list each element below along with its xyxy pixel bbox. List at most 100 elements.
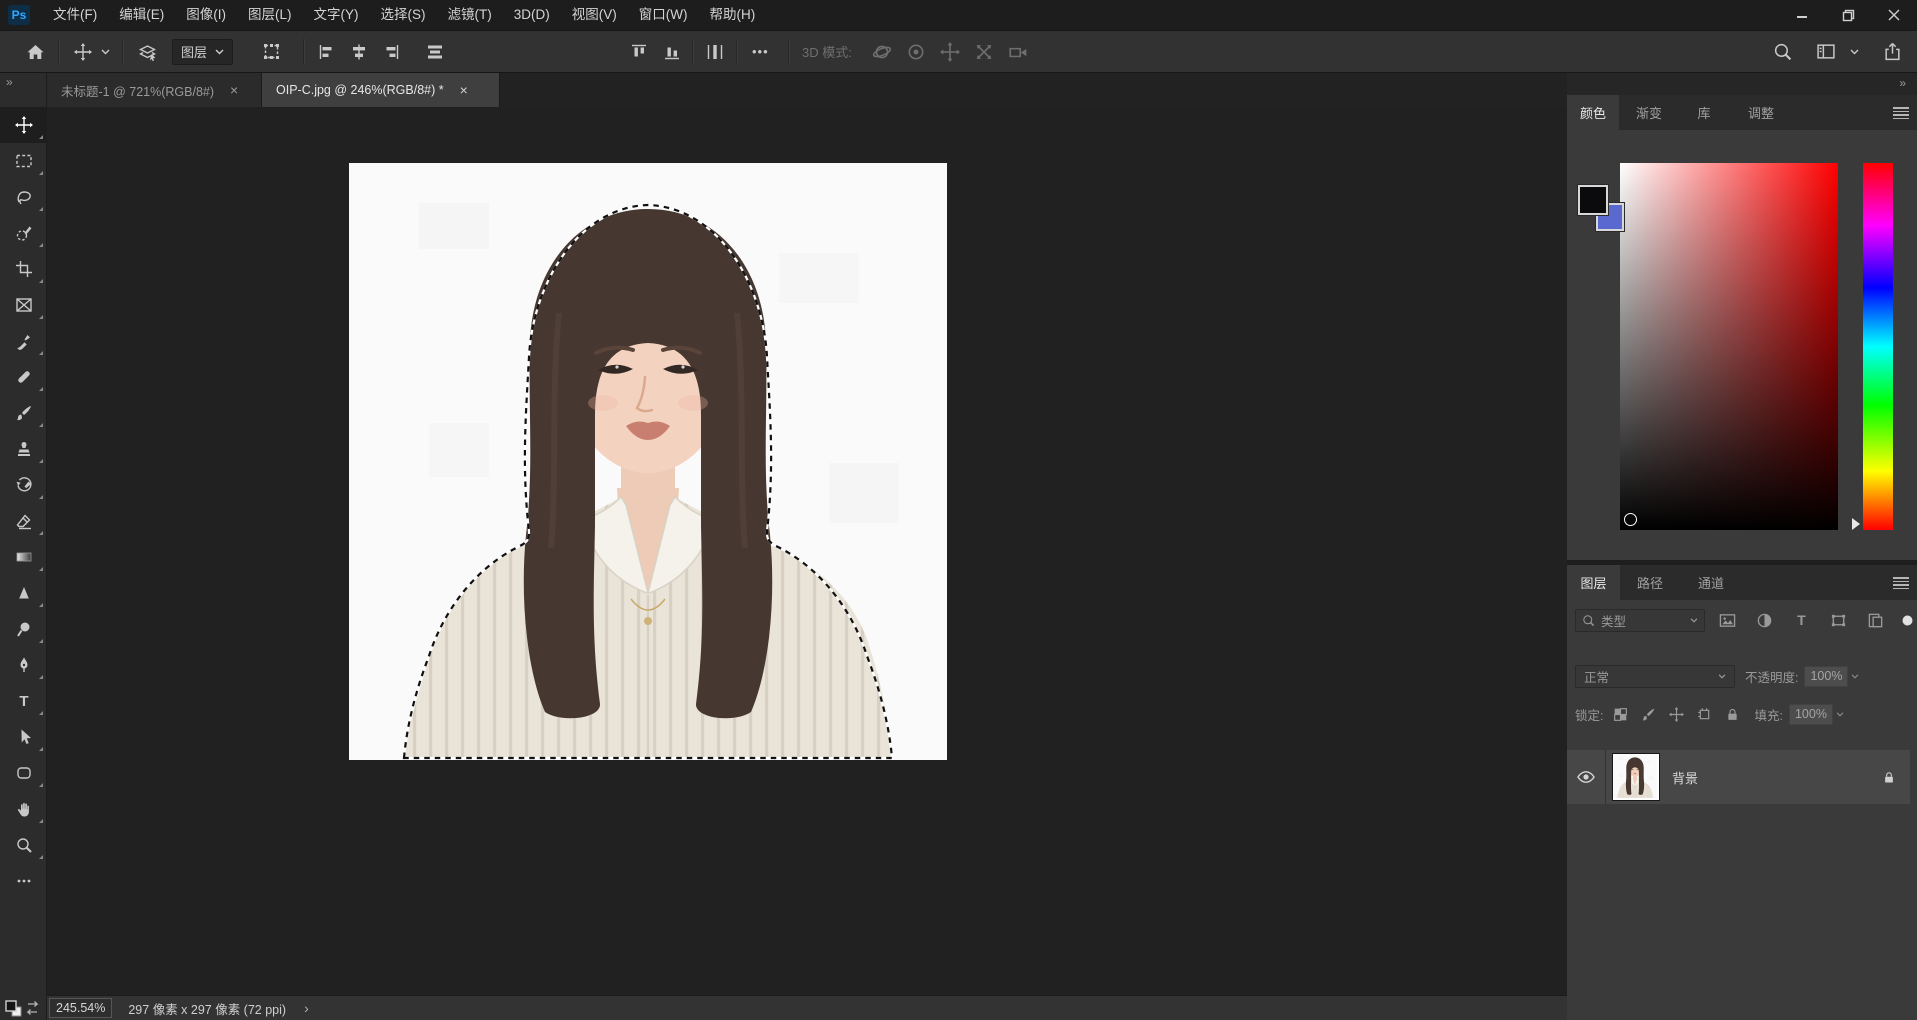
close-button[interactable] — [1871, 0, 1917, 30]
tool-zoom[interactable] — [0, 827, 47, 863]
tool-lasso[interactable] — [0, 179, 47, 215]
3d-camera-icon[interactable] — [1008, 31, 1028, 72]
close-tab-icon[interactable]: × — [456, 81, 472, 99]
filter-smart-objects-icon[interactable] — [1867, 612, 1884, 629]
hue-slider-handle[interactable] — [1852, 518, 1860, 530]
chevron-down-icon[interactable] — [1851, 674, 1859, 679]
layer-thumbnail[interactable] — [1612, 753, 1660, 801]
more-align-options-button[interactable]: ••• — [752, 31, 769, 72]
zoom-level-field[interactable]: 245.54% — [49, 998, 112, 1018]
saturation-brightness-field[interactable] — [1620, 163, 1838, 530]
3d-pan-icon[interactable] — [940, 31, 960, 72]
tool-sharpen[interactable] — [0, 575, 47, 611]
chevron-down-icon[interactable] — [1836, 712, 1844, 717]
status-options-chevron[interactable]: › — [304, 1000, 309, 1016]
collapse-tools-chevron[interactable]: » — [6, 75, 14, 89]
share-icon[interactable] — [1883, 31, 1902, 72]
workspace-icon[interactable] — [1816, 31, 1836, 72]
hue-slider-strip[interactable] — [1863, 163, 1893, 530]
distribute-vertical-icon[interactable] — [706, 31, 724, 72]
search-icon[interactable] — [1773, 31, 1792, 72]
document-tab-oip-c[interactable]: OIP-C.jpg @ 246%(RGB/8#) * × — [262, 73, 500, 107]
minimize-button[interactable] — [1779, 0, 1825, 30]
tool-type[interactable]: T — [0, 683, 47, 719]
collapse-panels-chevron[interactable]: » — [1899, 76, 1907, 90]
lock-position-icon[interactable] — [1669, 707, 1684, 722]
tab-libraries[interactable]: 库 — [1679, 95, 1729, 130]
menu-view[interactable]: 视图(V) — [561, 0, 628, 30]
layer-select-dropdown[interactable]: 图层 — [172, 31, 233, 72]
auto-select-icon[interactable] — [138, 31, 157, 72]
document-tab-untitled[interactable]: 未标题-1 @ 721%(RGB/8#) × — [47, 73, 262, 107]
tool-path-selection[interactable] — [0, 719, 47, 755]
tool-rectangular-marquee[interactable] — [0, 143, 47, 179]
menu-filter[interactable]: 滤镜(T) — [437, 0, 503, 30]
tab-gradients[interactable]: 渐变 — [1619, 95, 1679, 130]
tool-more[interactable] — [0, 863, 47, 899]
align-center-horizontal-icon[interactable] — [350, 31, 368, 72]
mini-color-swatches[interactable] — [4, 999, 44, 1019]
tool-shape[interactable] — [0, 755, 47, 791]
tool-move[interactable] — [0, 107, 47, 143]
tab-adjustments[interactable]: 调整 — [1729, 95, 1793, 130]
restore-button[interactable] — [1825, 0, 1871, 30]
align-bottom-icon[interactable] — [663, 31, 681, 72]
tool-spot-healing-brush[interactable] — [0, 359, 47, 395]
menu-type[interactable]: 文字(Y) — [303, 0, 370, 30]
filter-toggle-icon[interactable] — [1900, 613, 1915, 628]
tool-quick-selection[interactable] — [0, 215, 47, 251]
tool-frame[interactable] — [0, 287, 47, 323]
distribute-horizontal-icon[interactable] — [426, 31, 444, 72]
filter-adjustment-layers-icon[interactable] — [1756, 612, 1773, 629]
3d-slide-icon[interactable] — [974, 31, 994, 72]
tab-color[interactable]: 颜色 — [1567, 95, 1619, 130]
tab-paths[interactable]: 路径 — [1620, 565, 1680, 600]
blend-mode-dropdown[interactable]: 正常 — [1575, 665, 1735, 688]
align-right-icon[interactable] — [382, 31, 400, 72]
tool-history-brush[interactable] — [0, 467, 47, 503]
menu-select[interactable]: 选择(S) — [370, 0, 437, 30]
align-top-icon[interactable] — [630, 31, 648, 72]
home-button[interactable] — [26, 31, 45, 72]
show-transform-controls-icon[interactable] — [262, 31, 281, 72]
color-panel-menu-icon[interactable] — [1893, 107, 1909, 119]
document-image[interactable] — [349, 163, 947, 760]
3d-roll-icon[interactable] — [906, 31, 926, 72]
tool-clone-stamp[interactable] — [0, 431, 47, 467]
foreground-color-swatch[interactable] — [1578, 185, 1608, 215]
lock-artboard-icon[interactable] — [1697, 707, 1712, 722]
tool-gradient[interactable] — [0, 539, 47, 575]
filter-pixel-layers-icon[interactable] — [1719, 612, 1736, 629]
canvas-area[interactable] — [47, 107, 1567, 995]
tool-crop[interactable] — [0, 251, 47, 287]
lock-all-icon[interactable] — [1725, 707, 1740, 722]
menu-edit[interactable]: 编辑(E) — [108, 0, 175, 30]
menu-layer[interactable]: 图层(L) — [237, 0, 303, 30]
menu-help[interactable]: 帮助(H) — [698, 0, 766, 30]
filter-shape-layers-icon[interactable] — [1830, 612, 1847, 629]
3d-orbit-icon[interactable] — [872, 31, 892, 72]
lock-image-pixels-icon[interactable] — [1641, 707, 1656, 722]
layer-visibility-toggle[interactable] — [1567, 750, 1606, 804]
filter-type-layers-icon[interactable]: T — [1793, 612, 1810, 629]
fill-value[interactable]: 100% — [1789, 704, 1833, 725]
tab-channels[interactable]: 通道 — [1680, 565, 1742, 600]
menu-file[interactable]: 文件(F) — [42, 0, 108, 30]
tool-brush[interactable] — [0, 395, 47, 431]
lock-transparent-pixels-icon[interactable] — [1613, 707, 1628, 722]
tool-hand[interactable] — [0, 791, 47, 827]
tool-pen[interactable] — [0, 647, 47, 683]
align-left-icon[interactable] — [318, 31, 336, 72]
tool-eyedropper[interactable] — [0, 323, 47, 359]
opacity-value[interactable]: 100% — [1804, 666, 1848, 687]
chevron-down-icon[interactable] — [1850, 31, 1859, 72]
tab-layers[interactable]: 图层 — [1567, 565, 1620, 600]
chevron-down-icon[interactable] — [101, 31, 110, 72]
tool-eraser[interactable] — [0, 503, 47, 539]
menu-image[interactable]: 图像(I) — [175, 0, 237, 30]
filter-type-dropdown[interactable]: 类型 — [1575, 609, 1705, 632]
menu-window[interactable]: 窗口(W) — [628, 0, 699, 30]
layers-panel-menu-icon[interactable] — [1893, 577, 1909, 589]
move-tool-option-icon[interactable] — [74, 31, 92, 72]
tool-dodge[interactable] — [0, 611, 47, 647]
